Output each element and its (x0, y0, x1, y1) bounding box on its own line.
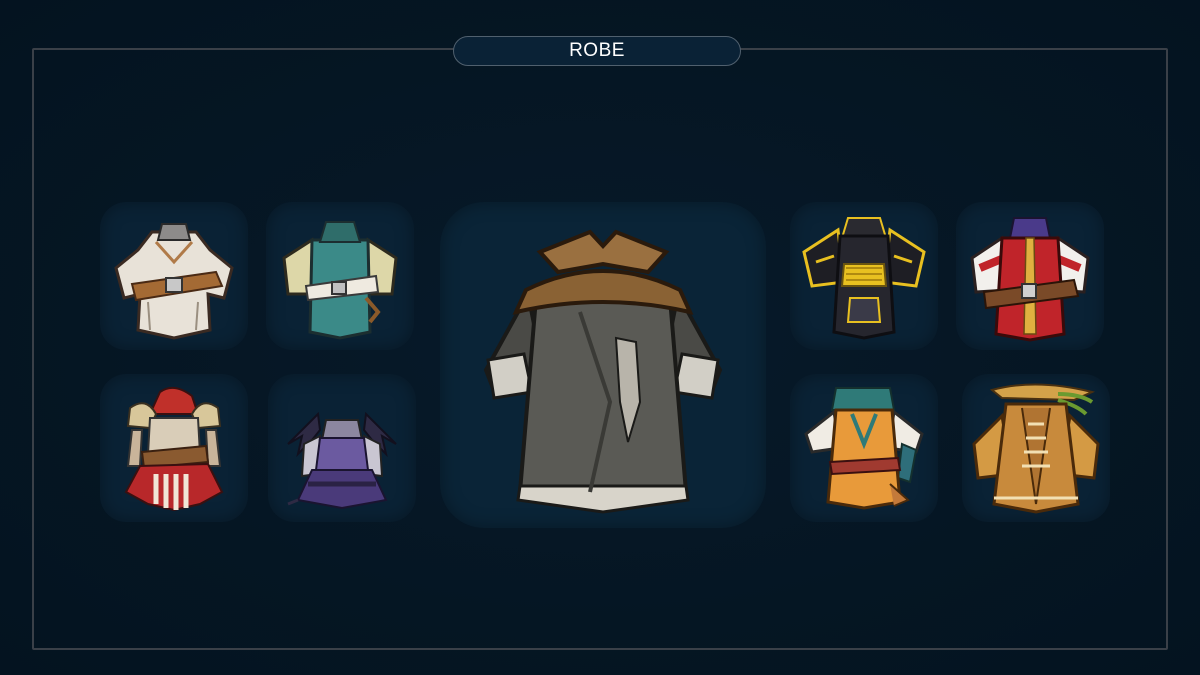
category-title: ROBE (453, 36, 741, 66)
red-hood-armor-with-gold-pauldrons-icon (124, 386, 224, 512)
red-white-knight-robe-icon (970, 217, 1090, 342)
orange-adventurer-outfit-icon (804, 387, 924, 510)
robe-slot-1[interactable] (100, 202, 248, 350)
teal-robe-with-cream-sleeves-icon (282, 221, 398, 340)
robe-slot-3[interactable] (100, 374, 248, 522)
purple-demon-wing-robe-icon (287, 411, 397, 510)
robe-slot-4[interactable] (268, 374, 416, 522)
black-gold-samurai-armor-icon (802, 217, 926, 340)
dark-grey-robe-with-brown-cape-icon (483, 229, 723, 514)
white-robe-with-brown-belt-icon (114, 223, 234, 340)
robe-slot-8[interactable] (962, 374, 1110, 522)
robe-slot-2[interactable] (266, 202, 414, 350)
robe-slot-5[interactable] (790, 202, 938, 350)
robe-collection-screen: ROBE (0, 0, 1200, 675)
robe-slot-6[interactable] (956, 202, 1104, 350)
featured-robe-slot[interactable] (440, 202, 766, 528)
tan-druid-robe-with-hat-icon (972, 383, 1100, 514)
robe-slot-7[interactable] (790, 374, 938, 522)
